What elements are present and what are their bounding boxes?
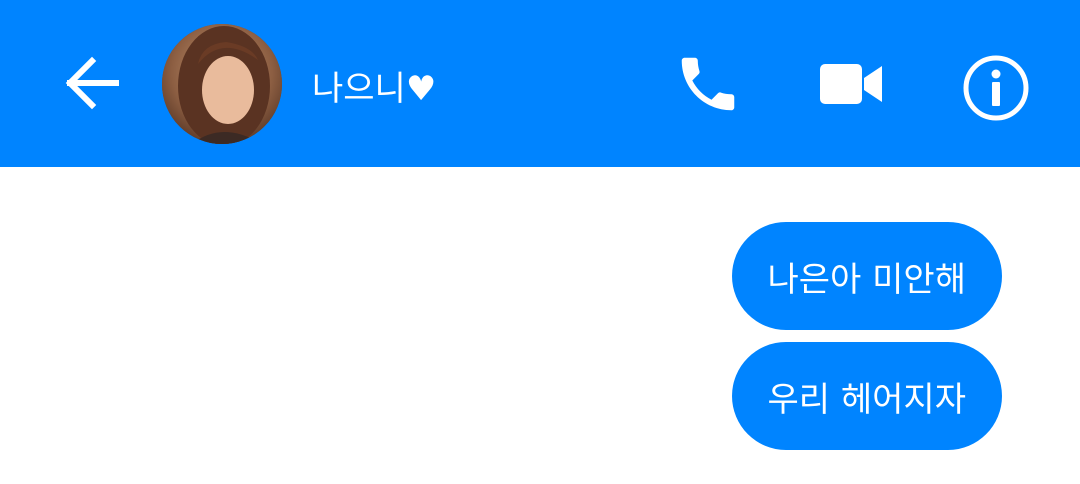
voice-call-button[interactable] [670, 46, 746, 122]
message-bubble-outgoing[interactable]: 나은아 미안해 [731, 222, 1002, 330]
phone-icon [681, 57, 735, 111]
info-button[interactable] [958, 50, 1034, 126]
chat-header: 나으니♥ [0, 0, 1080, 167]
message-bubble-outgoing[interactable]: 우리 헤어지자 [731, 342, 1002, 450]
contact-name[interactable]: 나으니♥ [312, 60, 436, 110]
avatar[interactable] [162, 24, 282, 144]
profile-photo [162, 24, 282, 144]
message-list[interactable]: 나은아 미안해 우리 헤어지자 [0, 167, 1080, 484]
messenger-chat-screen: 나으니♥ 나은아 미안해 우리 헤어지자 [0, 0, 1080, 484]
info-icon [963, 55, 1029, 121]
video-camera-icon [820, 64, 882, 104]
back-button[interactable] [56, 50, 126, 116]
arrow-left-icon [65, 56, 119, 110]
video-call-button[interactable] [816, 54, 888, 114]
